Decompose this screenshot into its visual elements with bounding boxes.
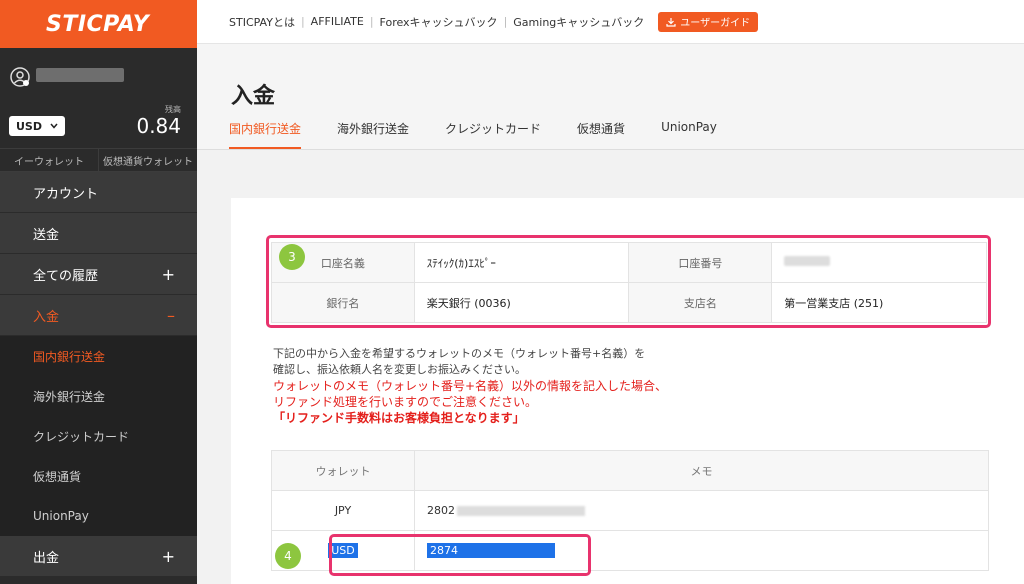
submenu-unionpay[interactable]: UnionPay bbox=[0, 496, 197, 536]
page-title: 入金 bbox=[231, 84, 276, 109]
wallet-cell: JPY bbox=[271, 490, 415, 531]
column-header-memo: メモ bbox=[414, 450, 989, 491]
tab-overseas-bank[interactable]: 海外銀行送金 bbox=[337, 120, 409, 149]
instructions: 下記の中から入金を希望するウォレットのメモ（ウォレット番号+名義）を 確認し、振… bbox=[273, 346, 667, 426]
highlight-box bbox=[329, 534, 591, 576]
menu-transfer[interactable]: 送金 bbox=[0, 213, 197, 254]
user-guide-button[interactable]: ユーザーガイド bbox=[658, 11, 759, 32]
plus-icon: + bbox=[161, 546, 175, 566]
nav-separator: | bbox=[503, 15, 508, 28]
minus-icon: – bbox=[167, 305, 175, 325]
submenu-credit-card[interactable]: クレジットカード bbox=[0, 416, 197, 456]
nav-affiliate[interactable]: AFFILIATE bbox=[311, 15, 364, 28]
tab-crypto-wallet[interactable]: 仮想通貨ウォレット bbox=[98, 149, 197, 171]
nav-forex-cashback[interactable]: Forexキャッシュバック bbox=[380, 14, 498, 30]
menu-account[interactable]: アカウント bbox=[0, 172, 197, 213]
instruction-line: 確認し、振込依頼人名を変更しお振込みください。 bbox=[273, 363, 526, 376]
top-nav: STICPAYとは | AFFILIATE | Forexキャッシュバック | … bbox=[197, 0, 1024, 44]
instruction-line: 下記の中から入金を希望するウォレットのメモ（ウォレット番号+名義）を bbox=[273, 347, 646, 360]
warning-line: リファンド処理を行いますのでご注意ください。 bbox=[273, 395, 538, 409]
tab-domestic-bank[interactable]: 国内銀行送金 bbox=[229, 120, 302, 149]
wallet-tabs: イーウォレット 仮想通貨ウォレット bbox=[0, 148, 197, 172]
warning-line: ウォレットのメモ（ウォレット番号+名義）以外の情報を記入した場合、 bbox=[273, 379, 668, 393]
redacted-value bbox=[457, 506, 585, 516]
nav-separator: | bbox=[300, 15, 305, 28]
currency-select[interactable]: USD bbox=[9, 116, 65, 136]
sidebar: STICPAY 残高 0.84 USD イーウォレット 仮想通貨ウォレット アカ… bbox=[0, 0, 197, 584]
step-badge-4: 4 bbox=[275, 543, 301, 569]
download-icon bbox=[666, 17, 676, 27]
table-header-row: ウォレット メモ bbox=[271, 450, 989, 491]
table-row: JPY 2802 bbox=[271, 490, 989, 531]
submenu-crypto[interactable]: 仮想通貨 bbox=[0, 456, 197, 496]
menu-withdraw[interactable]: 出金 + bbox=[0, 536, 197, 577]
user-box: 残高 0.84 USD bbox=[0, 48, 197, 148]
page-header: 入金 国内銀行送金 海外銀行送金 クレジットカード 仮想通貨 UnionPay bbox=[197, 44, 1024, 150]
highlight-box bbox=[266, 235, 991, 328]
balance-value: 0.84 bbox=[136, 114, 181, 138]
deposit-tabs: 国内銀行送金 海外銀行送金 クレジットカード 仮想通貨 UnionPay bbox=[229, 120, 753, 149]
plus-icon: + bbox=[161, 264, 175, 284]
tab-crypto[interactable]: 仮想通貨 bbox=[577, 120, 625, 149]
nav-separator: | bbox=[369, 15, 374, 28]
nav-about[interactable]: STICPAYとは bbox=[229, 14, 295, 30]
submenu-overseas-bank[interactable]: 海外銀行送金 bbox=[0, 376, 197, 416]
step-badge-3: 3 bbox=[279, 244, 305, 270]
menu-history[interactable]: 全ての履歴 + bbox=[0, 254, 197, 295]
nav-gaming-cashback[interactable]: Gamingキャッシュバック bbox=[513, 14, 644, 30]
content-panel: 口座名義 ｽﾃｲｯｸ(ｶ)ｴｽﾋﾟｰ 口座番号 銀行名 楽天銀行 (0036) … bbox=[231, 198, 1024, 584]
username-redacted bbox=[36, 68, 124, 82]
sticpay-logo[interactable]: STICPAY bbox=[0, 0, 197, 48]
tab-credit-card[interactable]: クレジットカード bbox=[445, 120, 541, 149]
menu-deposit[interactable]: 入金 – bbox=[0, 295, 197, 336]
column-header-wallet: ウォレット bbox=[271, 450, 415, 491]
tab-unionpay[interactable]: UnionPay bbox=[661, 120, 717, 149]
user-icon[interactable] bbox=[9, 66, 31, 88]
memo-cell[interactable]: 2802 bbox=[414, 490, 989, 531]
currency-value: USD bbox=[16, 119, 42, 133]
tab-e-wallet[interactable]: イーウォレット bbox=[0, 149, 98, 171]
chevron-down-icon bbox=[50, 123, 58, 129]
submenu-domestic-bank[interactable]: 国内銀行送金 bbox=[0, 336, 197, 376]
refund-fee-notice: 「リファンド手数料はお客様負担となります」 bbox=[273, 411, 525, 425]
